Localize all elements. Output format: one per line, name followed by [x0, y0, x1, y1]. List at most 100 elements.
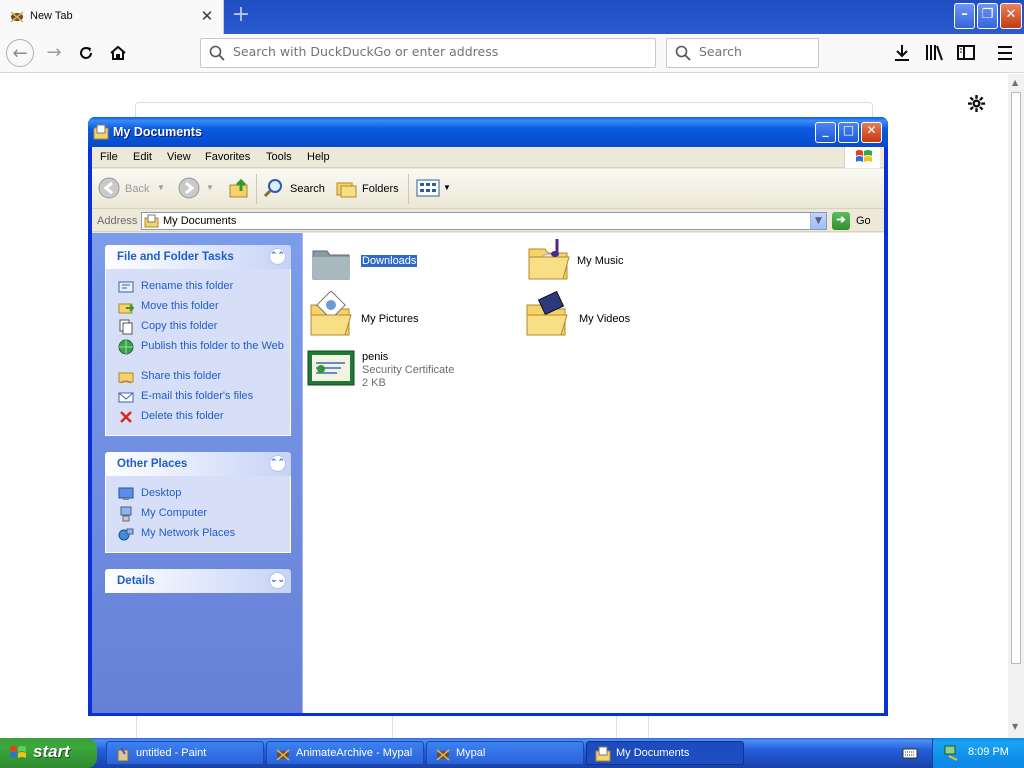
collapse-icon[interactable]: ⌃⌃	[269, 248, 286, 265]
hamburger-menu-icon[interactable]	[995, 42, 1015, 64]
place-desktop[interactable]: Desktop	[118, 484, 290, 504]
file-list-view[interactable]: Downloads My Music My Pictures My Videos…	[302, 233, 884, 713]
search-input[interactable]	[699, 44, 809, 59]
browser-close-button[interactable]: ✕	[1000, 3, 1022, 29]
sidebar-icon[interactable]	[956, 42, 976, 64]
task-copy-folder[interactable]: Copy this folder	[118, 317, 290, 337]
network-tray-icon[interactable]	[943, 744, 961, 762]
panel-header[interactable]: Details ⌄⌄	[105, 569, 291, 593]
views-button[interactable]: ▼	[416, 169, 452, 207]
details-panel: Details ⌄⌄	[105, 569, 291, 593]
my-documents-window: My Documents _ □ ✕ File Edit View Favori…	[88, 117, 888, 716]
page-scrollbar[interactable]: ▲ ▼	[1008, 74, 1024, 738]
panel-header[interactable]: File and Folder Tasks ⌃⌃	[105, 245, 291, 269]
address-value: My Documents	[163, 215, 237, 227]
expand-icon[interactable]: ⌄⌄	[269, 572, 286, 589]
search-button[interactable]: Search	[262, 169, 328, 207]
gear-icon[interactable]	[967, 94, 986, 113]
task-animatearchive-mypal[interactable]: AnimateArchive - Mypal	[266, 741, 424, 765]
scroll-up-icon[interactable]: ▲	[1012, 78, 1018, 87]
share-folder-icon	[118, 372, 134, 384]
menu-view[interactable]: View	[167, 151, 191, 163]
file-security-certificate[interactable]: penis Security Certificate 2 KB	[307, 349, 527, 395]
my-documents-icon	[595, 746, 611, 762]
start-button[interactable]: start	[0, 738, 97, 768]
browser-minimize-button[interactable]: –	[954, 3, 975, 29]
start-label: start	[33, 742, 70, 761]
downloads-icon[interactable]	[892, 42, 912, 64]
toolbar-separator	[408, 174, 409, 204]
task-email-files[interactable]: E-mail this folder's files	[118, 387, 290, 407]
scroll-down-icon[interactable]: ▼	[1012, 722, 1018, 731]
menu-file[interactable]: File	[100, 151, 118, 163]
library-icon[interactable]	[924, 42, 944, 64]
back-arrow-icon[interactable]: ←	[6, 39, 34, 67]
address-dropdown-icon[interactable]: ▼	[810, 213, 826, 229]
browser-restore-button[interactable]: ❐	[977, 3, 998, 29]
forward-arrow-icon[interactable]: →	[40, 39, 68, 67]
folder-my-videos[interactable]: My Videos	[525, 291, 725, 341]
forward-button[interactable]: ▼	[178, 169, 218, 207]
scrollbar-thumb[interactable]	[1011, 92, 1021, 664]
network-icon	[118, 528, 134, 541]
task-my-documents[interactable]: My Documents	[586, 741, 744, 765]
computer-icon	[120, 506, 132, 522]
task-delete-folder[interactable]: Delete this folder	[118, 407, 290, 427]
toolbar-separator	[256, 174, 257, 204]
search-icon	[209, 45, 225, 61]
place-network[interactable]: My Network Places	[118, 524, 290, 544]
menu-edit[interactable]: Edit	[133, 151, 152, 163]
taskbar: start untitled - Paint AnimateArchive - …	[0, 738, 1024, 768]
task-paint[interactable]: untitled - Paint	[106, 741, 264, 765]
folder-my-pictures[interactable]: My Pictures	[309, 291, 509, 341]
address-toolbar: Address My Documents ▼ ➔ Go	[92, 210, 884, 232]
collapse-icon[interactable]: ⌃⌃	[269, 455, 286, 472]
browser-navigation-bar: ← →	[0, 34, 1024, 73]
new-tab-card	[135, 102, 873, 118]
task-move-folder[interactable]: Move this folder	[118, 297, 290, 317]
home-icon[interactable]	[104, 39, 132, 67]
url-input[interactable]	[233, 44, 633, 59]
folders-button[interactable]: Folders	[336, 169, 402, 207]
place-my-computer[interactable]: My Computer	[118, 504, 290, 524]
menu-tools[interactable]: Tools	[266, 151, 292, 163]
forward-icon	[178, 177, 200, 199]
address-bar[interactable]	[200, 38, 656, 68]
task-mypal[interactable]: Mypal	[426, 741, 584, 765]
menu-favorites[interactable]: Favorites	[205, 151, 250, 163]
folder-downloads[interactable]: Downloads	[311, 241, 511, 287]
clock[interactable]: 8:09 PM	[968, 746, 1009, 758]
panel-header[interactable]: Other Places ⌃⌃	[105, 452, 291, 476]
task-share-folder[interactable]: Share this folder	[118, 367, 290, 387]
browser-tab[interactable]: New Tab ✕	[0, 0, 224, 34]
address-field[interactable]: My Documents ▼	[141, 212, 827, 230]
new-tab-button[interactable]: +	[229, 4, 253, 28]
close-button[interactable]: ✕	[861, 122, 882, 143]
tab-close-icon[interactable]: ✕	[199, 8, 215, 24]
maximize-button[interactable]: □	[838, 122, 859, 143]
paint-icon	[117, 747, 129, 762]
search-bar[interactable]	[666, 38, 819, 68]
file-folder-tasks-panel: File and Folder Tasks ⌃⌃ Rename this fol…	[105, 245, 291, 436]
window-title-bar[interactable]: My Documents _ □ ✕	[88, 117, 888, 147]
reload-icon[interactable]	[72, 39, 100, 67]
folder-my-music[interactable]: My Music	[527, 235, 727, 285]
folder-icon	[312, 250, 350, 280]
search-icon	[675, 45, 691, 61]
back-button[interactable]: Back ▼	[98, 169, 165, 207]
task-rename-folder[interactable]: Rename this folder	[118, 277, 290, 297]
minimize-button[interactable]: _	[815, 122, 836, 143]
go-button[interactable]: ➔ Go	[832, 212, 882, 230]
menu-help[interactable]: Help	[307, 151, 330, 163]
keyboard-icon[interactable]	[902, 746, 918, 760]
address-label: Address	[97, 215, 138, 227]
other-places-panel: Other Places ⌃⌃ Desktop My Computer My N…	[105, 452, 291, 553]
go-arrow-icon: ➔	[832, 212, 850, 230]
panel-title: Details	[117, 575, 155, 587]
panel-title: Other Places	[117, 458, 188, 470]
task-publish-web[interactable]: Publish this folder to the Web	[118, 337, 290, 367]
standard-toolbar: Back ▼ ▼ Search Folders ▼	[92, 169, 884, 209]
videos-folder-icon	[526, 291, 568, 336]
desktop-icon	[118, 487, 134, 500]
up-folder-button[interactable]	[228, 169, 252, 207]
